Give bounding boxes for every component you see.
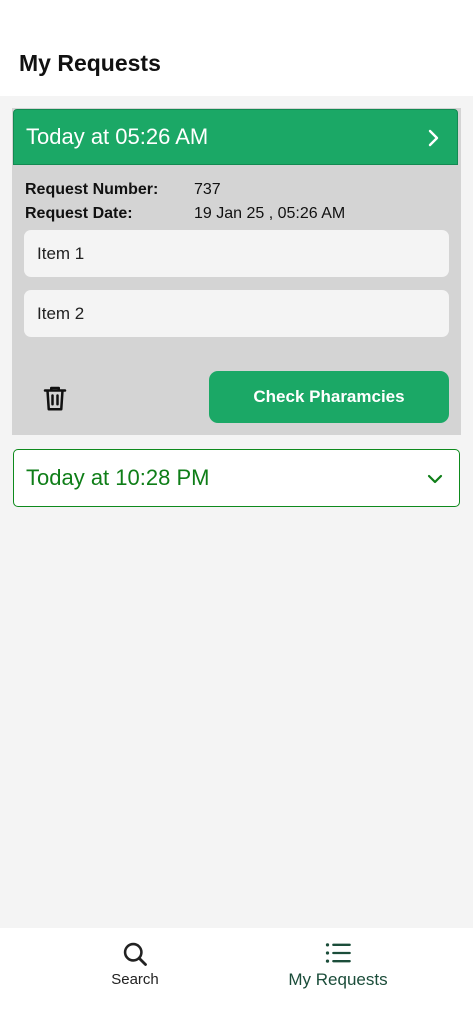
app-header: My Requests (0, 0, 473, 96)
request-card-expanded: Today at 05:26 AM Request Number: 737 Re… (12, 108, 461, 435)
request-number-value: 737 (194, 181, 221, 198)
nav-label-search: Search (111, 971, 159, 988)
request-number-label: Request Number: (25, 181, 159, 198)
request-card-title: Today at 10:28 PM (26, 465, 210, 490)
nav-item-my-requests[interactable]: My Requests (220, 928, 456, 1024)
request-date-value: 19 Jan 25 , 05:26 AM (194, 205, 346, 222)
chevron-right-icon (428, 129, 439, 147)
request-date-label: Request Date: (25, 205, 133, 222)
requests-list: Today at 05:26 AM Request Number: 737 Re… (0, 96, 473, 928)
request-card-collapsed[interactable]: Today at 10:28 PM (13, 449, 460, 507)
request-card-title: Today at 05:26 AM (26, 124, 209, 149)
page-title: My Requests (19, 50, 161, 76)
bottom-navigation: Search My Requests (0, 928, 473, 1024)
nav-label-my-requests: My Requests (288, 970, 388, 989)
request-item: Item 2 (24, 290, 449, 337)
chevron-down-icon (427, 474, 443, 484)
search-icon (123, 942, 147, 966)
list-icon (325, 943, 351, 963)
request-card-header[interactable]: Today at 05:26 AM (13, 109, 458, 165)
trash-icon[interactable] (40, 383, 70, 413)
check-pharmacies-button[interactable]: Check Pharamcies (209, 371, 449, 423)
request-item: Item 1 (24, 230, 449, 277)
nav-item-search[interactable]: Search (17, 928, 253, 1024)
